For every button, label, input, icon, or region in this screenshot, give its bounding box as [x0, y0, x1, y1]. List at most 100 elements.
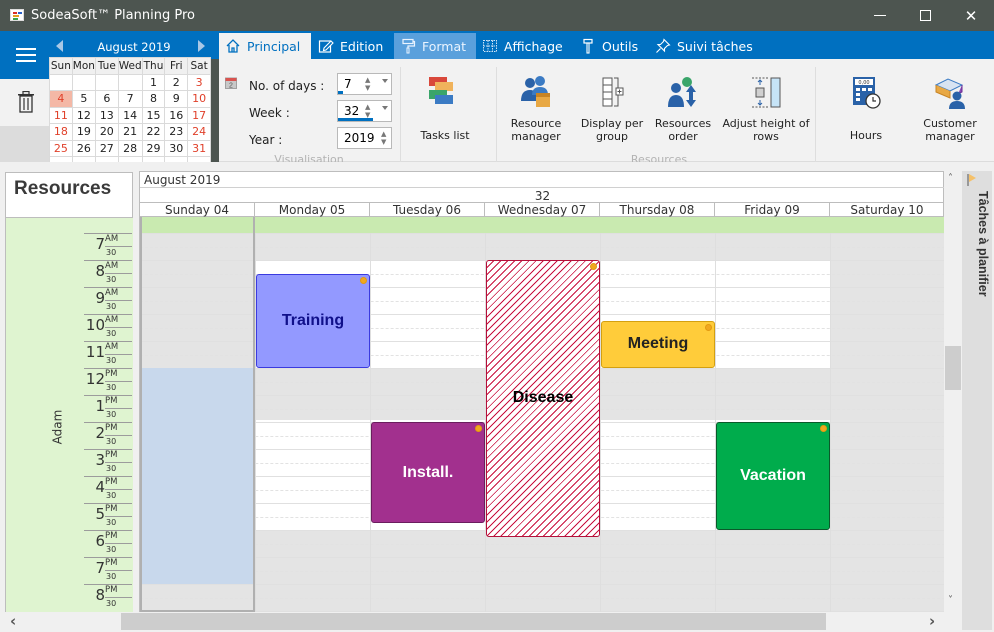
calendar-day[interactable]: 3	[188, 74, 210, 90]
calendar-day[interactable]: 30	[165, 140, 188, 156]
week-spinner[interactable]: 32 ▲ ▼	[337, 100, 392, 122]
no-of-days-spinner[interactable]: 7 ▲ ▼	[337, 73, 392, 95]
event-disease[interactable]: Disease	[486, 260, 600, 537]
divider	[105, 435, 132, 436]
event-install[interactable]: Install.	[371, 422, 485, 524]
tab-affichage[interactable]: Affichage	[476, 33, 568, 59]
dropdown-icon[interactable]	[382, 79, 388, 83]
calendar-day[interactable]: 16	[165, 107, 188, 123]
tab-suivi-taches[interactable]: Suivi tâches	[649, 33, 754, 59]
calendar-day[interactable]: 1	[142, 74, 165, 90]
event-training[interactable]: Training	[256, 273, 370, 368]
spin-arrows-icon[interactable]: ▲ ▼	[365, 76, 370, 92]
maximize-button[interactable]	[902, 0, 948, 31]
calendar-day[interactable]: 13	[95, 107, 118, 123]
hours-button[interactable]: 0,00 Hours	[836, 75, 896, 145]
day-header[interactable]: Tuesday 06	[370, 203, 485, 217]
day-header[interactable]: Wednesday 07	[485, 203, 600, 217]
hour-label: 7 PM 30	[84, 557, 132, 584]
tasks-list-button[interactable]: Tasks list	[412, 75, 478, 145]
spin-arrows-icon[interactable]: ▲ ▼	[381, 130, 386, 146]
am-pm-label: PM	[105, 504, 118, 514]
calendar-day[interactable]: 20	[95, 124, 118, 140]
divider	[105, 489, 132, 490]
spin-arrows-icon[interactable]: ▲ ▼	[365, 103, 370, 119]
half-hour-label: 30	[106, 599, 117, 608]
calendar-day[interactable]: 27	[95, 140, 118, 156]
vertical-scrollbar[interactable]: ˄ ˅	[944, 171, 962, 612]
horizontal-scroll-thumb[interactable]	[121, 613, 826, 630]
calendar-day[interactable]: 24	[188, 124, 210, 140]
close-button[interactable]: ✕	[948, 0, 994, 31]
calendar-day[interactable]: 8	[142, 91, 165, 107]
tasks-to-plan-panel[interactable]: Tâches à planifier	[962, 171, 992, 630]
calendar-day[interactable]: 21	[118, 124, 142, 140]
calendar-day[interactable]: 29	[142, 140, 165, 156]
calendar-day[interactable]: 26	[72, 140, 95, 156]
hour-label: 3 PM 30	[84, 449, 132, 476]
calendar-day[interactable]: 4	[50, 91, 72, 107]
calendar-day[interactable]: 17	[188, 107, 210, 123]
hammer-icon	[583, 38, 593, 54]
trash-icon[interactable]	[17, 91, 35, 113]
day-header[interactable]: Monday 05	[255, 203, 370, 217]
tasks-list-label: Tasks list	[420, 129, 470, 142]
scroll-up-icon[interactable]: ˄	[948, 173, 953, 184]
planner-grid[interactable]: Training Install. Disease Meeting Vacation	[139, 217, 944, 612]
all-day-strip[interactable]	[140, 217, 944, 233]
pin-icon	[656, 38, 671, 53]
next-month-icon[interactable]	[198, 40, 205, 52]
minimize-button[interactable]	[857, 0, 903, 31]
calendar-day[interactable]: 7	[118, 91, 142, 107]
scroll-down-icon[interactable]: ˅	[948, 595, 953, 606]
am-pm-label: PM	[105, 531, 118, 541]
tab-format[interactable]: Format	[394, 33, 476, 59]
hamburger-menu-icon[interactable]	[16, 48, 36, 62]
calendar-day[interactable]: 15	[142, 107, 165, 123]
scroll-right-icon[interactable]: ›	[929, 612, 935, 630]
calendar-day[interactable]: 6	[95, 91, 118, 107]
half-hour-label: 30	[106, 302, 117, 311]
minimize-icon	[874, 15, 886, 16]
hour-label: 4 PM 30	[84, 476, 132, 503]
calendar-day[interactable]: 31	[188, 140, 210, 156]
resources-order-button[interactable]: Resources order	[651, 75, 715, 145]
calendar-day[interactable]: 22	[142, 124, 165, 140]
calendar-day[interactable]: 19	[72, 124, 95, 140]
day-header[interactable]: Sunday 04	[140, 203, 255, 217]
tab-label: Edition	[340, 38, 384, 54]
tasks-to-plan-label[interactable]: Tâches à planifier	[964, 191, 990, 297]
calendar-day[interactable]: 11	[50, 107, 72, 123]
year-spinner[interactable]: 2019 ▲ ▼	[337, 127, 392, 149]
day-header[interactable]: Friday 09	[715, 203, 830, 217]
calendar-day[interactable]: 14	[118, 107, 142, 123]
calendar-day[interactable]: 12	[72, 107, 95, 123]
resource-name[interactable]: Adam	[50, 410, 64, 445]
calendar-day[interactable]: 9	[165, 91, 188, 107]
vertical-scroll-thumb[interactable]	[945, 346, 961, 390]
adjust-row-height-button[interactable]: Adjust height of rows	[722, 75, 810, 145]
calendar-day[interactable]: 25	[50, 140, 72, 156]
calendar-day[interactable]: 28	[118, 140, 142, 156]
separator	[496, 67, 497, 163]
customer-manager-button[interactable]: Customer manager	[916, 75, 984, 145]
hour-number: 2	[95, 424, 105, 442]
scroll-left-icon[interactable]: ‹	[10, 612, 16, 630]
resource-manager-button[interactable]: Resource manager	[505, 75, 567, 145]
calendar-day[interactable]: 5	[72, 91, 95, 107]
calendar-day[interactable]: 2	[165, 74, 188, 90]
day-header[interactable]: Thursday 08	[600, 203, 715, 217]
tab-principal[interactable]: Principal	[219, 33, 311, 59]
calendar-day[interactable]: 10	[188, 91, 210, 107]
day-header[interactable]: Saturday 10	[830, 203, 945, 217]
display-per-group-button[interactable]: Display per group	[577, 75, 647, 145]
event-vacation[interactable]: Vacation	[716, 422, 830, 530]
dropdown-icon[interactable]	[382, 106, 388, 110]
calendar-day[interactable]: 23	[165, 124, 188, 140]
tab-edition[interactable]: Edition	[312, 33, 394, 59]
calendar-day[interactable]: 18	[50, 124, 72, 140]
hour-number: 6	[95, 532, 105, 550]
year-value: 2019	[344, 131, 375, 145]
tab-outils[interactable]: Outils	[574, 33, 644, 59]
event-meeting[interactable]: Meeting	[601, 320, 715, 368]
